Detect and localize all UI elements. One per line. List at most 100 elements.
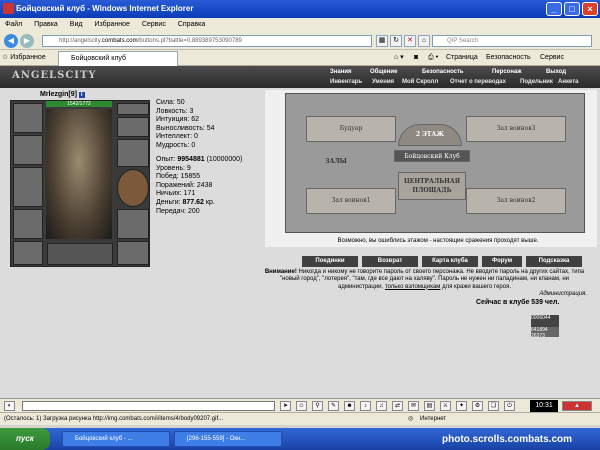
nav-security[interactable]: Безопасность: [422, 68, 464, 77]
smile-icon[interactable]: ☺: [296, 401, 307, 411]
back-icon[interactable]: ◀: [4, 34, 18, 48]
nav-profile[interactable]: Анкета: [558, 78, 579, 87]
service-menu[interactable]: Сервис: [540, 52, 564, 64]
room-hall3[interactable]: Зал воинов3: [466, 116, 566, 142]
stat-agility: Ловкость: 3: [156, 107, 194, 115]
security-menu[interactable]: Безопасность: [486, 52, 531, 64]
online-count: Сейчас в клубе 539 чел.: [476, 299, 560, 306]
start-button[interactable]: пуск: [0, 428, 50, 450]
room-hall2[interactable]: Зал воинов2: [466, 188, 566, 214]
shield-slot[interactable]: [117, 169, 149, 207]
nav-character[interactable]: Персонаж: [492, 68, 522, 77]
nav-exit[interactable]: Выход: [546, 68, 566, 77]
task-browser[interactable]: Бойцовский клуб - ...: [62, 431, 170, 447]
forum-button[interactable]: Форум: [482, 256, 522, 267]
chat-mode-icon[interactable]: ◐: [4, 401, 15, 411]
url-prefix: http://angelscity.: [59, 38, 102, 44]
trade-icon[interactable]: ⇄: [392, 401, 403, 411]
scroll-icon[interactable]: ❏: [488, 401, 499, 411]
minimize-button[interactable]: _: [546, 2, 562, 16]
menu-file[interactable]: Файл: [0, 18, 27, 32]
room-hall1[interactable]: Зал воинов1: [306, 188, 396, 214]
warning-link[interactable]: только взломщикам: [385, 284, 441, 290]
counter-value-3: 26373: [531, 333, 545, 339]
filter-icon[interactable]: ⚲: [312, 401, 323, 411]
search-input[interactable]: QIP Search: [432, 35, 592, 47]
nav-partner[interactable]: Подельник: [520, 78, 553, 87]
nav-skills[interactable]: Умения: [372, 78, 394, 87]
send-icon[interactable]: ➤: [280, 401, 291, 411]
quest-icon[interactable]: ✦: [456, 401, 467, 411]
compat-icon[interactable]: ▦: [376, 35, 388, 47]
hint-button[interactable]: Подсказка: [526, 256, 582, 267]
sound-icon[interactable]: ♫: [376, 401, 387, 411]
refresh-icon[interactable]: ↻: [390, 35, 402, 47]
close-button[interactable]: ×: [582, 2, 598, 16]
room-club[interactable]: Бойцовский Клуб: [394, 150, 470, 162]
character-avatar: [46, 109, 112, 239]
amulet-slot[interactable]: [13, 135, 43, 165]
counter-badge-2[interactable]: 641894 26373: [531, 327, 559, 339]
counter-value-1: 0006044: [531, 315, 551, 321]
legs-slot[interactable]: [117, 209, 149, 239]
users-icon[interactable]: ☻: [344, 401, 355, 411]
fight-icon[interactable]: ⚔: [440, 401, 451, 411]
club-map-button[interactable]: Карта клуба: [422, 256, 478, 267]
character-name-row: Mrlezgin[9] i: [40, 91, 85, 98]
nav-knowledge[interactable]: Знания: [330, 68, 352, 77]
room-boudoir[interactable]: Будуар: [306, 116, 396, 142]
nav-transfers[interactable]: Отчет о переводах: [450, 78, 506, 87]
feeds-icon[interactable]: ◙: [414, 52, 418, 64]
home-toolbar-icon[interactable]: ⌂ ▾: [394, 52, 404, 64]
menu-edit[interactable]: Правка: [29, 18, 63, 32]
chat-input[interactable]: [22, 401, 275, 411]
helmet-slot[interactable]: [13, 103, 43, 133]
nav-chat[interactable]: Общение: [370, 68, 397, 77]
music-icon[interactable]: ♪: [360, 401, 371, 411]
character-info-icon[interactable]: i: [78, 92, 85, 98]
page-menu[interactable]: Страница: [446, 52, 478, 64]
address-input[interactable]: http://angelscity.combats.com/buttons.pl…: [42, 35, 372, 47]
earring-slot[interactable]: [117, 117, 149, 137]
settings-icon[interactable]: ⚙: [472, 401, 483, 411]
exit-icon[interactable]: ⏻: [504, 401, 515, 411]
gloves-slot[interactable]: [117, 139, 149, 167]
stats-icon[interactable]: ▤: [424, 401, 435, 411]
favorites-button[interactable]: ☆ Избранное: [2, 52, 46, 64]
warning-bold: Внимание!: [264, 269, 297, 275]
ring-slots[interactable]: [117, 103, 149, 115]
browser-tab[interactable]: Бойцовский клуб: [58, 51, 178, 66]
warning-tail: для кражи вашего героя.: [442, 283, 512, 290]
mail-icon[interactable]: ✉: [408, 401, 419, 411]
character-records: Опыт: 9954881 (10000000) Уровень: 9 Побе…: [156, 156, 242, 216]
belt-slot[interactable]: [13, 241, 43, 265]
armor-slot[interactable]: [13, 209, 43, 239]
menu-help[interactable]: Справка: [173, 18, 210, 32]
stop-icon[interactable]: ✕: [404, 35, 416, 47]
stat-intuition: Интуиция: 62: [156, 116, 199, 124]
home-icon[interactable]: ⌂: [418, 35, 430, 47]
nav-scroll[interactable]: Мой Скролл: [402, 78, 438, 87]
losses-row: Поражений: 2438: [156, 181, 213, 189]
combats-logo-icon[interactable]: ▲: [562, 401, 592, 411]
counter-badge[interactable]: 0006044: [531, 315, 559, 327]
battles-button[interactable]: Поединки: [302, 256, 358, 267]
weapon-slot[interactable]: [13, 167, 43, 207]
ie-icon: [3, 3, 14, 14]
backpack-slots[interactable]: [47, 243, 113, 265]
room-floor2[interactable]: 2 ЭТАЖ: [398, 124, 462, 146]
menu-favorites[interactable]: Избранное: [89, 18, 134, 32]
return-button[interactable]: Возврат: [362, 256, 418, 267]
nav-inventory[interactable]: Инвентарь: [330, 78, 362, 87]
maximize-button[interactable]: □: [564, 2, 580, 16]
clear-icon[interactable]: ✎: [328, 401, 339, 411]
menu-view[interactable]: Вид: [65, 18, 88, 32]
zone-icon: ◎: [408, 416, 414, 422]
task-chat-window[interactable]: [296-155-559] - Окн...: [174, 431, 282, 447]
transfers-row: Передач: 200: [156, 207, 200, 215]
central-square[interactable]: ЦЕНТРАЛЬНАЯ ПЛОЩАДЬ: [398, 172, 466, 200]
forward-icon[interactable]: ▶: [20, 34, 34, 48]
menu-tools[interactable]: Сервис: [137, 18, 171, 32]
boots-slot[interactable]: [117, 241, 149, 265]
print-icon[interactable]: ⎙ ▾: [428, 52, 439, 64]
